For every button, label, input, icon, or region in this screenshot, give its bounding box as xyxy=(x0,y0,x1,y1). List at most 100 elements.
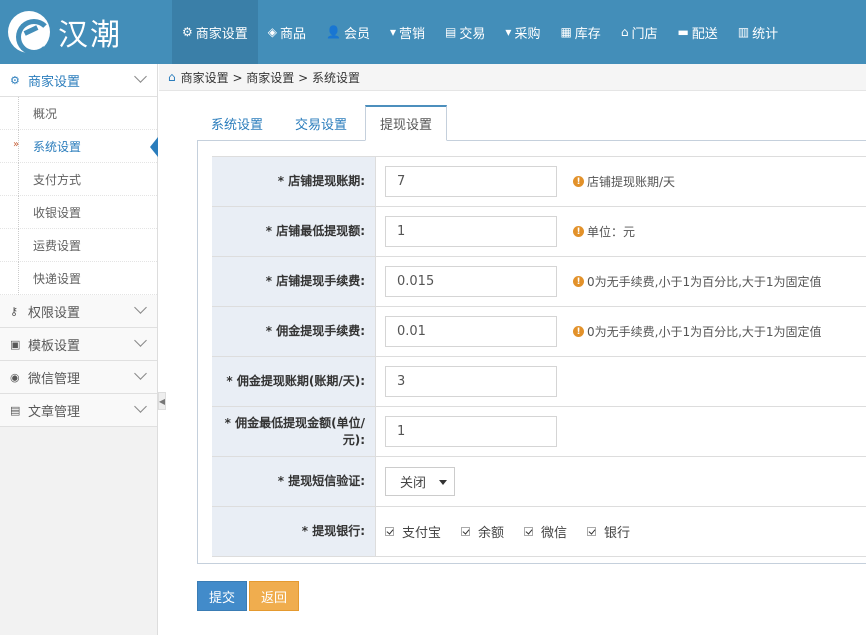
form-row: * 店铺提现账期: 7 ! 店铺提现账期/天 xyxy=(212,157,866,207)
store-withdraw-fee-input[interactable]: 0.015 xyxy=(385,266,557,297)
nav-item-purchase[interactable]: ▾ 采购 xyxy=(495,0,550,64)
field-label: * 佣金提现账期(账期/天): xyxy=(212,357,376,406)
nav-label: 门店 xyxy=(631,26,658,42)
warning-icon: ! xyxy=(573,176,584,187)
checkbox-checked[interactable] xyxy=(587,527,597,536)
marketing-icon: ▾ xyxy=(390,25,397,39)
nav-item-products[interactable]: ◈ 商品 xyxy=(258,0,316,64)
main-nav: ⚙ 商家设置 ◈ 商品 👤 会员 ▾ 营销 ▤ 交易 ▾ 采购 ▦ 库存 ⌂ 门店 ▬ 配送 ▥ 统… xyxy=(172,0,788,64)
select-value: 关闭 xyxy=(400,476,427,491)
nav-item-delivery[interactable]: ▬ 配送 xyxy=(667,0,727,64)
nav-label: 商品 xyxy=(280,26,307,42)
chevron-down-icon xyxy=(134,70,147,83)
top-navbar: 汉潮 ⚙ 商家设置 ◈ 商品 👤 会员 ▾ 营销 ▤ 交易 ▾ 采购 ▦ 库存 ⌂ 门店 ▬ 配送… xyxy=(0,0,866,64)
sidebar-item-label: 运费设置 xyxy=(33,238,82,253)
tab-withdraw-settings[interactable]: 提现设置 xyxy=(365,105,448,141)
commission-withdraw-fee-input[interactable]: 0.01 xyxy=(385,316,557,347)
field-label: * 提现银行: xyxy=(212,507,376,556)
sidebar-item-cashier-settings[interactable]: 收银设置 xyxy=(0,196,157,229)
commission-min-withdraw-input[interactable]: 1 xyxy=(385,416,557,447)
field-label: * 店铺提现账期: xyxy=(212,157,376,206)
sidebar-collapse-toggle[interactable]: ◀ xyxy=(158,392,166,410)
sidebar-group-label: 微信管理 xyxy=(28,371,81,387)
home-icon[interactable]: ⌂ xyxy=(168,70,176,84)
nav-item-inventory[interactable]: ▦ 库存 xyxy=(550,0,610,64)
sidebar-item-overview[interactable]: 概况 xyxy=(0,97,157,130)
nav-item-marketing[interactable]: ▾ 营销 xyxy=(380,0,435,64)
form-row: * 提现银行: 支付宝 余额 微信 银行 xyxy=(212,507,866,557)
field-label: * 佣金提现手续费: xyxy=(212,307,376,356)
logo-icon xyxy=(8,11,52,55)
sidebar-item-label: 支付方式 xyxy=(33,172,82,187)
sidebar-item-payment-methods[interactable]: 支付方式 xyxy=(0,163,157,196)
checkbox-label: 银行 xyxy=(604,526,631,541)
chevron-down-icon xyxy=(134,334,147,347)
back-button[interactable]: 返回 xyxy=(249,581,300,611)
sidebar-group-templates[interactable]: ▣ 模板设置 xyxy=(0,328,157,361)
purchase-icon: ▾ xyxy=(505,25,512,39)
user-icon: 👤 xyxy=(326,25,341,39)
nav-label: 配送 xyxy=(691,26,718,42)
sidebar-item-label: 收银设置 xyxy=(33,205,82,220)
nav-label: 交易 xyxy=(459,26,486,42)
nav-item-stores[interactable]: ⌂ 门店 xyxy=(611,0,668,64)
nav-item-trade[interactable]: ▤ 交易 xyxy=(435,0,495,64)
nav-item-statistics[interactable]: ▥ 统计 xyxy=(728,0,788,64)
sidebar-group-articles[interactable]: ▤ 文章管理 xyxy=(0,394,157,427)
key-icon: ⚷ xyxy=(10,304,19,318)
submit-button[interactable]: 提交 xyxy=(197,581,248,611)
tab-trade-settings[interactable]: 交易设置 xyxy=(281,105,361,141)
sidebar-group-label: 文章管理 xyxy=(28,404,81,420)
field-hint: ! 店铺提现账期/天 xyxy=(573,173,675,190)
sidebar-group-wechat[interactable]: ◉ 微信管理 xyxy=(0,361,157,394)
checkbox-checked[interactable] xyxy=(461,527,471,536)
sidebar-group-label: 权限设置 xyxy=(28,305,81,321)
store-withdraw-period-input[interactable]: 7 xyxy=(385,166,557,197)
nav-item-members[interactable]: 👤 会员 xyxy=(316,0,380,64)
sidebar-item-shipping-settings[interactable]: 运费设置 xyxy=(0,229,157,262)
bank-option-balance[interactable]: 余额 xyxy=(461,522,504,541)
sidebar-item-label: 系统设置 xyxy=(33,139,82,154)
sidebar: ⚙ 商家设置 概况 » 系统设置 支付方式 收银设置 运费设置 快递设置 ⚷ 权限… xyxy=(0,64,158,635)
sidebar-item-label: 快递设置 xyxy=(33,271,82,286)
checkbox-label: 余额 xyxy=(478,526,505,541)
form-row: * 佣金提现手续费: 0.01 ! 0为无手续费,小于1为百分比,大于1为固定值 xyxy=(212,307,866,357)
commission-withdraw-period-input[interactable]: 3 xyxy=(385,366,557,397)
nav-label: 统计 xyxy=(752,26,779,42)
sidebar-group-permissions[interactable]: ⚷ 权限设置 xyxy=(0,295,157,328)
sidebar-group-merchant-settings[interactable]: ⚙ 商家设置 xyxy=(0,64,157,97)
form-row: * 提现短信验证: 关闭 xyxy=(212,457,866,507)
tab-system-settings[interactable]: 系统设置 xyxy=(197,105,277,141)
brand-logo[interactable]: 汉潮 xyxy=(8,10,168,55)
store-min-withdraw-input[interactable]: 1 xyxy=(385,216,557,247)
settings-tabs: 系统设置 交易设置 提现设置 xyxy=(197,105,451,141)
nav-item-merchant-settings[interactable]: ⚙ 商家设置 xyxy=(172,0,258,64)
nav-label: 会员 xyxy=(343,26,370,42)
checkbox-checked[interactable] xyxy=(524,527,534,536)
bank-option-wechat[interactable]: 微信 xyxy=(524,522,567,541)
bank-option-alipay[interactable]: 支付宝 xyxy=(385,522,441,541)
bank-option-bank[interactable]: 银行 xyxy=(587,522,630,541)
chevron-down-icon xyxy=(134,367,147,380)
hint-text: 0为无手续费,小于1为百分比,大于1为固定值 xyxy=(587,275,822,289)
field-hint: ! 0为无手续费,小于1为百分比,大于1为固定值 xyxy=(573,323,822,340)
field-label: * 店铺最低提现额: xyxy=(212,207,376,256)
hint-text: 单位：元 xyxy=(587,225,636,239)
withdraw-settings-form: * 店铺提现账期: 7 ! 店铺提现账期/天 * 店铺最低提现额: 1 ! 单位：元… xyxy=(212,156,866,557)
nav-label: 营销 xyxy=(399,26,426,42)
checkbox-label: 支付宝 xyxy=(402,526,442,541)
nav-label: 商家设置 xyxy=(195,26,248,42)
chevron-down-icon xyxy=(134,301,147,314)
gear-icon: ⚙ xyxy=(182,25,193,39)
form-row: * 佣金最低提现金额(单位/元): 1 xyxy=(212,407,866,457)
sidebar-item-express-settings[interactable]: 快递设置 xyxy=(0,262,157,295)
sidebar-item-system-settings[interactable]: » 系统设置 xyxy=(0,130,158,163)
checkbox-checked[interactable] xyxy=(385,527,394,536)
field-hint: ! 0为无手续费,小于1为百分比,大于1为固定值 xyxy=(573,273,822,290)
breadcrumb: ⌂ 商家设置 > 商家设置 > 系统设置 xyxy=(159,64,866,91)
sidebar-group-label: 商家设置 xyxy=(28,74,81,90)
double-chevron-right-icon: » xyxy=(13,139,20,150)
field-label: * 店铺提现手续费: xyxy=(212,257,376,306)
sms-verification-select[interactable]: 关闭 xyxy=(385,467,455,496)
breadcrumb-text: 商家设置 > 商家设置 > 系统设置 xyxy=(180,70,360,85)
